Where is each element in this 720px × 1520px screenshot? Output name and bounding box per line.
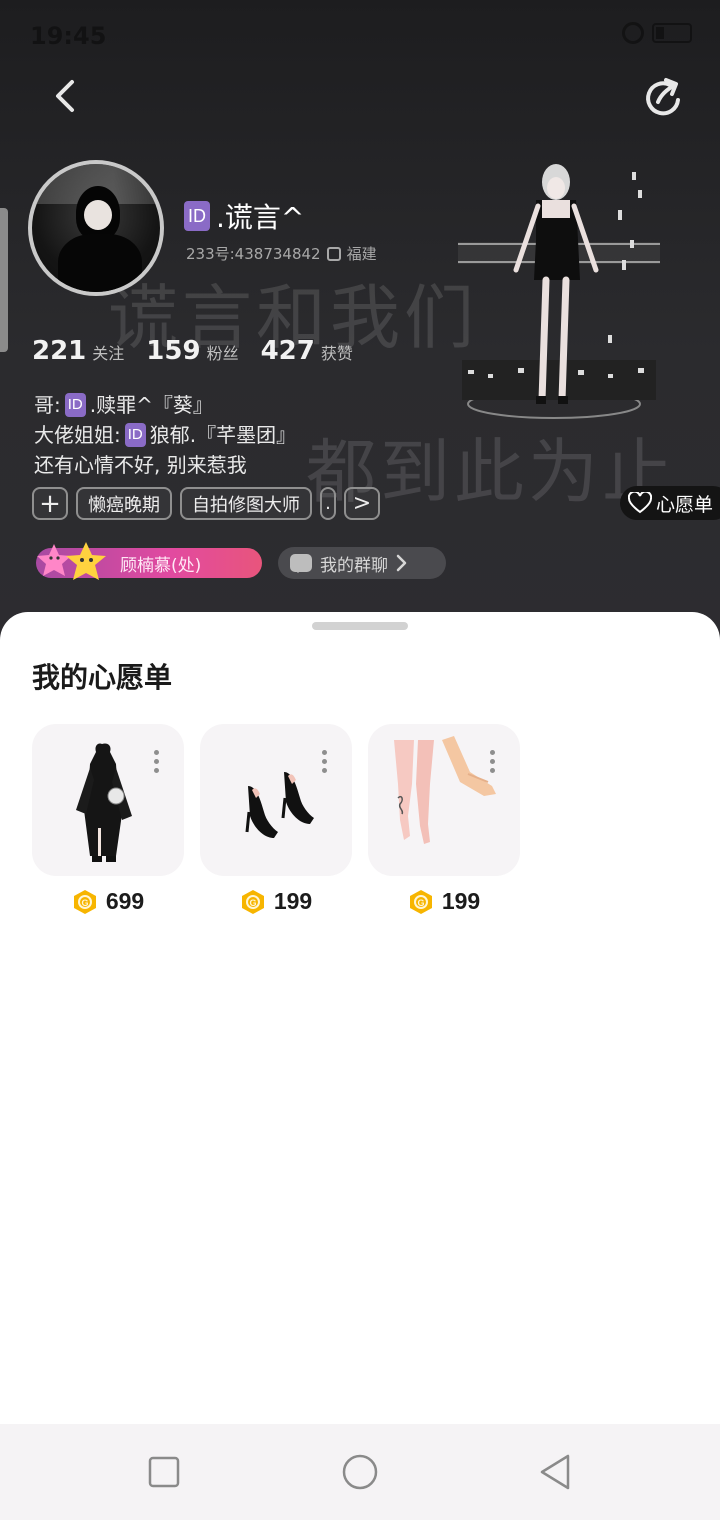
wishlist-chip[interactable]: 心愿单 bbox=[620, 486, 720, 520]
avatar-figure bbox=[458, 164, 660, 419]
bio-line-2: 大佬姐姐: ID 狼郁.『芊墨团』 bbox=[34, 423, 297, 447]
id-badge-icon: ID bbox=[64, 393, 86, 417]
item-card[interactable] bbox=[32, 724, 184, 876]
id-badge-icon: ID bbox=[124, 423, 146, 447]
more-tags-button[interactable]: > bbox=[344, 487, 380, 520]
tag-item[interactable]: 自拍修图大师 bbox=[180, 487, 312, 520]
system-nav-bar bbox=[0, 1424, 720, 1520]
stat-following[interactable]: 221 关注 bbox=[32, 336, 124, 366]
wishlist-items: G 699 G 199 G 199 bbox=[32, 724, 520, 915]
bio-line-1: 哥: ID .赎罪^『葵』 bbox=[34, 393, 213, 417]
status-time: 19:45 bbox=[30, 22, 107, 50]
legs-image bbox=[394, 736, 496, 844]
price-value: 699 bbox=[105, 888, 145, 914]
black-dress-image bbox=[76, 743, 132, 862]
item-price: G 199 bbox=[368, 888, 520, 915]
heart-icon bbox=[628, 492, 652, 514]
add-tag-button[interactable]: + bbox=[32, 487, 68, 520]
share-icon[interactable] bbox=[640, 74, 688, 122]
tag-item[interactable]: 懒癌晚期 bbox=[76, 487, 172, 520]
wishlist-item[interactable]: G 199 bbox=[200, 724, 352, 915]
item-menu-icon[interactable] bbox=[322, 750, 328, 777]
svg-text:G: G bbox=[249, 898, 256, 908]
item-menu-icon[interactable] bbox=[490, 750, 496, 777]
home-icon[interactable] bbox=[342, 1454, 378, 1490]
account-number: 233号:438734842 bbox=[186, 245, 321, 263]
svg-text:G: G bbox=[417, 898, 424, 908]
back-triangle-icon[interactable] bbox=[538, 1454, 574, 1490]
tag-item[interactable]: . bbox=[320, 487, 336, 520]
profile-header: 19:45 谎言和我们 都到此为止 ID .谎言^ 233号:438734842… bbox=[0, 0, 720, 640]
stats-row: 221 关注 159 粉丝 427 获赞 bbox=[32, 336, 353, 366]
coin-icon: G bbox=[73, 889, 96, 914]
copy-icon[interactable] bbox=[326, 246, 341, 261]
id-badge-icon: ID bbox=[184, 201, 210, 231]
item-card[interactable] bbox=[200, 724, 352, 876]
status-icons bbox=[622, 22, 692, 44]
wishlist-item[interactable]: G 199 bbox=[368, 724, 520, 915]
item-price: G 199 bbox=[200, 888, 352, 915]
location: 福建 bbox=[346, 245, 377, 263]
battery-icon bbox=[652, 23, 692, 43]
back-arrow-icon[interactable] bbox=[44, 74, 88, 118]
group-chat-button[interactable]: 我的群聊 bbox=[278, 547, 446, 579]
bio-line-3: 还有心情不好, 别来惹我 bbox=[34, 453, 247, 477]
stat-followers[interactable]: 159 粉丝 bbox=[146, 336, 238, 366]
name-row: ID .谎言^ bbox=[184, 196, 304, 236]
signal-icon bbox=[622, 22, 644, 44]
item-card[interactable] bbox=[368, 724, 520, 876]
status-bar: 19:45 bbox=[0, 0, 720, 70]
avatar[interactable] bbox=[28, 160, 164, 296]
account-line: 233号:438734842 福建 bbox=[186, 243, 377, 264]
wishlist-sheet: 我的心愿单 G 699 G 199 G 199 bbox=[0, 612, 720, 1424]
price-value: 199 bbox=[273, 888, 313, 914]
coin-icon: G bbox=[409, 889, 432, 914]
side-scroll-indicator bbox=[0, 208, 8, 352]
recent-apps-icon[interactable] bbox=[146, 1454, 182, 1490]
chat-icon bbox=[290, 554, 312, 573]
sheet-title: 我的心愿单 bbox=[32, 661, 173, 694]
stat-likes[interactable]: 427 获赞 bbox=[261, 336, 353, 366]
svg-text:G: G bbox=[81, 898, 88, 908]
bio: 哥: ID .赎罪^『葵』 大佬姐姐: ID 狼郁.『芊墨团』 还有心情不好, … bbox=[34, 390, 296, 480]
nickname: .谎言^ bbox=[216, 201, 305, 234]
price-value: 199 bbox=[441, 888, 481, 914]
tag-row: + 懒癌晚期 自拍修图大师 . > bbox=[32, 487, 380, 520]
item-menu-icon[interactable] bbox=[154, 750, 160, 777]
high-heels-image bbox=[245, 772, 314, 838]
wishlist-item[interactable]: G 699 bbox=[32, 724, 184, 915]
sheet-drag-handle[interactable] bbox=[312, 622, 408, 630]
chevron-right-icon bbox=[396, 554, 407, 572]
coin-icon: G bbox=[241, 889, 264, 914]
stars-icon bbox=[37, 542, 106, 580]
item-price: G 699 bbox=[32, 888, 184, 915]
